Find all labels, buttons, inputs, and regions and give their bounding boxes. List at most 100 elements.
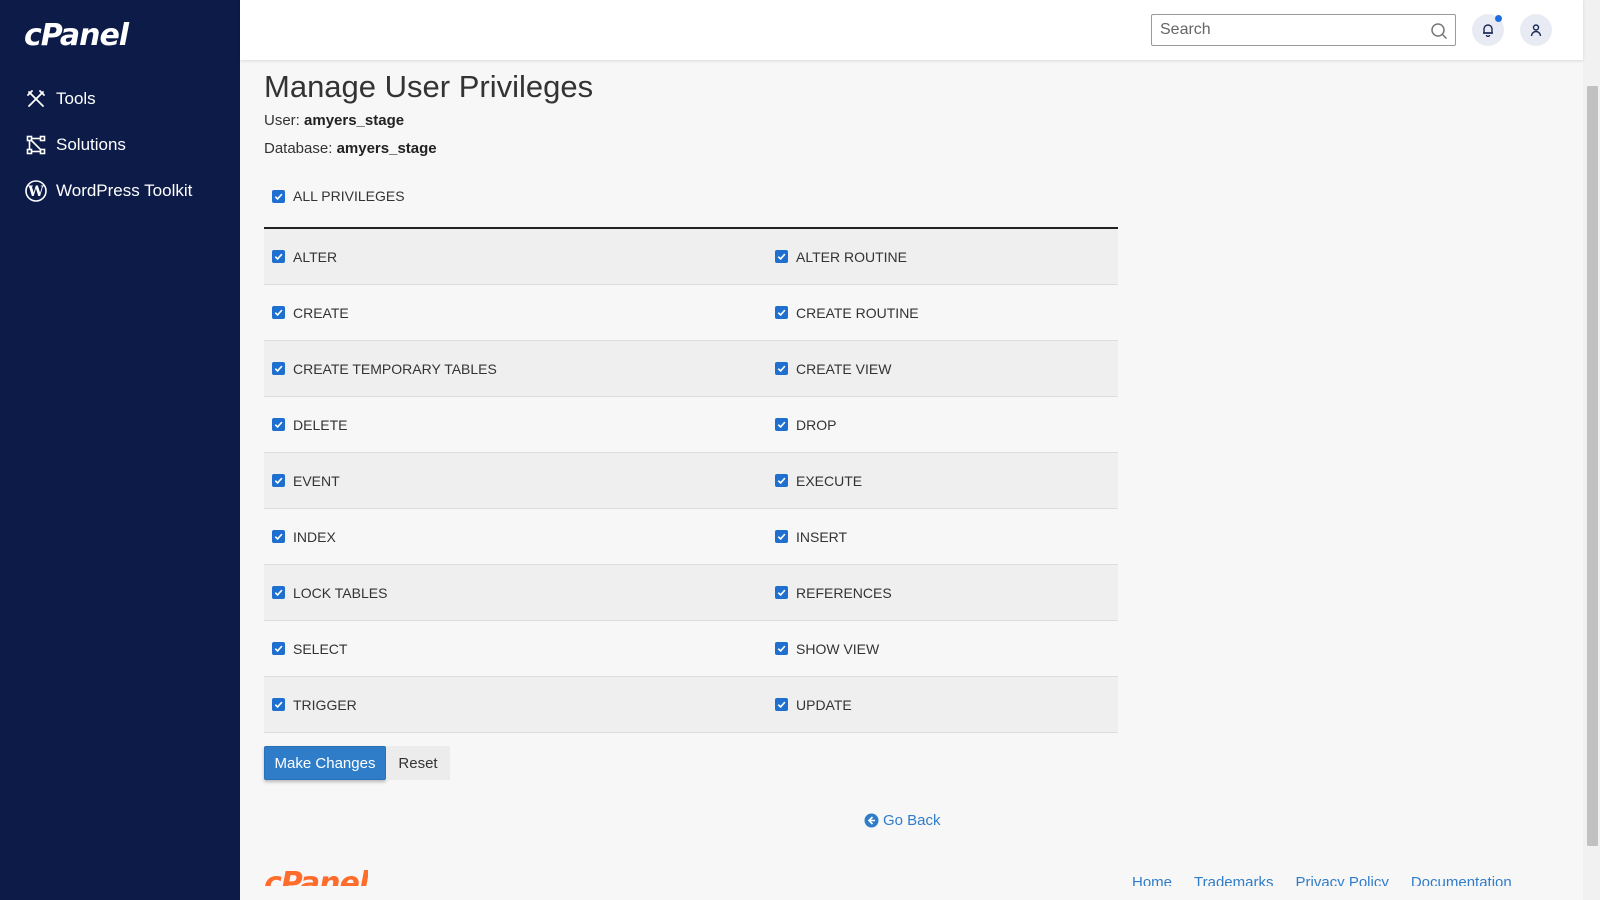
checkbox-label: DELETE (293, 416, 348, 433)
sidebar-nav: Tools Solutions W WordPress Toolkit (0, 76, 240, 214)
checkbox-label: UPDATE (796, 696, 852, 713)
checkbox-checked[interactable] (775, 474, 788, 487)
make-changes-button[interactable]: Make Changes (264, 746, 386, 780)
database-label: Database: (264, 140, 333, 157)
privilege-checkbox[interactable]: ALTER ROUTINE (775, 229, 1118, 284)
privilege-checkbox[interactable]: DROP (775, 397, 1118, 452)
checkbox-checked[interactable] (272, 642, 285, 655)
user-menu-button[interactable] (1520, 14, 1552, 46)
sidebar-item-label: Solutions (56, 135, 126, 154)
user-info: User: amyers_stage (264, 112, 404, 129)
privilege-row: ALTER ALTER ROUTINE (264, 229, 1118, 285)
user-label: User: (264, 112, 300, 129)
sidebar-item-tools[interactable]: Tools (0, 76, 240, 122)
privilege-checkbox[interactable]: INDEX (264, 509, 775, 564)
checkbox-checked[interactable] (272, 474, 285, 487)
privilege-row: EVENT EXECUTE (264, 453, 1118, 509)
user-icon (1530, 24, 1542, 37)
checkbox-label: CREATE (293, 304, 349, 321)
sidebar-item-label: Tools (56, 89, 96, 108)
checkbox-checked[interactable] (775, 586, 788, 599)
footer-link[interactable]: Documentation (1411, 872, 1512, 886)
checkbox-checked[interactable] (272, 306, 285, 319)
checkbox-label: CREATE VIEW (796, 360, 892, 377)
search-box (1151, 14, 1456, 46)
solutions-icon (24, 133, 48, 157)
checkbox-label: SHOW VIEW (796, 640, 880, 657)
privilege-checkbox[interactable]: CREATE TEMPORARY TABLES (264, 341, 775, 396)
privilege-checkbox[interactable]: EVENT (264, 453, 775, 508)
sidebar-item-label: WordPress Toolkit (56, 181, 193, 200)
privilege-row: INDEX INSERT (264, 509, 1118, 565)
checkbox-checked[interactable] (775, 698, 788, 711)
privilege-checkbox[interactable]: UPDATE (775, 677, 1118, 732)
checkbox-checked[interactable] (775, 418, 788, 431)
privilege-checkbox[interactable]: ALTER (264, 229, 775, 284)
checkbox-label: INSERT (796, 528, 848, 545)
top-header (240, 0, 1583, 60)
database-value: amyers_stage (336, 140, 437, 157)
sidebar-item-solutions[interactable]: Solutions (0, 122, 240, 168)
tools-icon (24, 87, 48, 111)
privilege-row: TRIGGER UPDATE (264, 677, 1118, 733)
checkbox-label: CREATE ROUTINE (796, 304, 919, 321)
privilege-row: DELETE DROP (264, 397, 1118, 453)
checkbox-checked[interactable] (775, 362, 788, 375)
sidebar-item-wordpress-toolkit[interactable]: W WordPress Toolkit (0, 168, 240, 214)
scrollbar-thumb[interactable] (1587, 86, 1598, 846)
wordpress-icon: W (24, 179, 48, 203)
user-value: amyers_stage (304, 112, 405, 129)
go-back-label: Go Back (883, 812, 941, 829)
privilege-checkbox[interactable]: SHOW VIEW (775, 621, 1118, 676)
checkbox-checked[interactable] (272, 530, 285, 543)
privilege-checkbox[interactable]: INSERT (775, 509, 1118, 564)
svg-text:W: W (27, 184, 44, 200)
all-privileges-checkbox[interactable]: ALL PRIVILEGES (272, 188, 405, 204)
bell-icon (1483, 24, 1493, 37)
checkbox-checked[interactable] (272, 250, 285, 263)
checkbox-label: ALTER ROUTINE (796, 248, 907, 265)
checkbox-label: SELECT (293, 640, 348, 657)
search-icon[interactable] (1430, 22, 1448, 40)
checkbox-checked[interactable] (272, 586, 285, 599)
privilege-checkbox[interactable]: SELECT (264, 621, 775, 676)
page-title: Manage User Privileges (264, 69, 594, 104)
go-back-link[interactable]: Go Back (864, 812, 941, 829)
checkbox-label: ALTER (293, 248, 338, 265)
privilege-row: CREATE TEMPORARY TABLES CREATE VIEW (264, 341, 1118, 397)
footer-link[interactable]: Trademarks (1194, 872, 1273, 886)
checkbox-checked[interactable] (272, 698, 285, 711)
notifications-button[interactable] (1472, 14, 1504, 46)
main-content: Manage User Privileges User: amyers_stag… (264, 60, 1574, 900)
checkbox-checked[interactable] (272, 189, 285, 203)
privilege-checkbox[interactable]: TRIGGER (264, 677, 775, 732)
privilege-checkbox[interactable]: DELETE (264, 397, 775, 452)
arrow-circle-left-icon (864, 813, 879, 828)
checkbox-checked[interactable] (775, 530, 788, 543)
checkbox-label: EXECUTE (796, 472, 863, 489)
privilege-checkbox[interactable]: CREATE (264, 285, 775, 340)
privilege-checkbox[interactable]: REFERENCES (775, 565, 1118, 620)
vertical-scrollbar[interactable] (1583, 0, 1600, 900)
privilege-checkbox[interactable]: CREATE VIEW (775, 341, 1118, 396)
checkbox-checked[interactable] (272, 418, 285, 431)
search-input[interactable] (1152, 15, 1417, 45)
privilege-checkbox[interactable]: EXECUTE (775, 453, 1118, 508)
reset-button[interactable]: Reset (386, 746, 450, 780)
cpanel-logo[interactable]: cPanel (24, 18, 129, 53)
privilege-checkbox[interactable]: LOCK TABLES (264, 565, 775, 620)
checkbox-checked[interactable] (775, 250, 788, 263)
privileges-table: ALTER ALTER ROUTINE CREATE CREATE ROUTINE CR… (264, 227, 1118, 733)
checkbox-checked[interactable] (775, 306, 788, 319)
footer-link[interactable]: Privacy Policy (1295, 872, 1388, 886)
checkbox-checked[interactable] (775, 642, 788, 655)
footer-link[interactable]: Home (1132, 872, 1172, 886)
privilege-checkbox[interactable]: CREATE ROUTINE (775, 285, 1118, 340)
footer-cpanel-logo: cPanel (264, 866, 369, 886)
privilege-row: SELECT SHOW VIEW (264, 621, 1118, 677)
checkbox-checked[interactable] (272, 362, 285, 375)
checkbox-label: ALL PRIVILEGES (293, 188, 405, 204)
privilege-row: LOCK TABLES REFERENCES (264, 565, 1118, 621)
database-info: Database: amyers_stage (264, 140, 437, 157)
checkbox-label: CREATE TEMPORARY TABLES (293, 360, 497, 377)
